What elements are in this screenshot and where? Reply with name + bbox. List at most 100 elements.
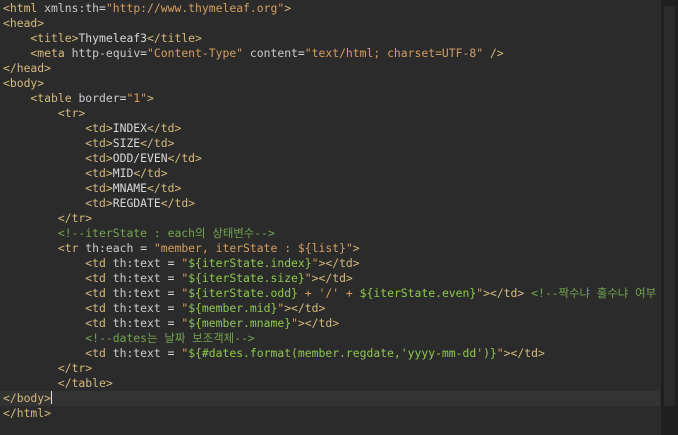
code-line[interactable]: <!--dates는 날짜 보조객체--> [0,331,255,346]
code-token: <!--짝수냐 홀수냐 여부 [524,286,657,300]
code-token: <head> [3,16,45,30]
code-token: <td> [3,166,113,180]
code-line[interactable]: <td th:text = "${iterState.size}"></td> [0,271,353,286]
code-token: = [160,301,182,315]
code-token: ></td> [318,256,360,270]
code-line[interactable]: <html xmlns:th="http://www.thymeleaf.org… [0,1,291,16]
code-line[interactable]: <tr> [0,106,85,121]
code-line[interactable]: <body> [0,76,44,91]
code-token: th:text [112,256,161,270]
code-line[interactable]: <!--iterState : each의 상태변수--> [0,226,275,241]
code-token: http-equiv [71,46,141,60]
code-line[interactable]: </head> [0,61,51,76]
code-token: < [3,1,10,15]
code-token: ${iterState.even} [359,286,477,300]
code-token: th:text [112,316,161,330]
code-line[interactable]: <td th:text = "${member.mid}"></td> [0,301,325,316]
code-token: = [133,241,154,255]
code-token: Thymeleaf3 [78,31,148,45]
code-line[interactable]: </tr> [0,211,92,226]
code-token: + '/' + [297,286,360,300]
code-token: ODD/EVEN [112,151,168,165]
code-token: <td> [3,121,113,135]
code-token: ${iterState.size} [188,271,305,285]
code-line[interactable]: <meta http-equiv="Content-Type" content=… [0,46,503,61]
code-token: xmlns:th [44,1,100,15]
code-token: </td> [140,136,175,150]
code-token: "1" [126,91,148,105]
code-token: </table> [3,376,113,390]
code-token: <tr> [3,106,86,120]
code-token: <td [3,316,113,330]
code-token: = [160,346,182,360]
code-token: </td> [167,151,202,165]
code-token: meta [37,46,65,60]
code-token: < [3,31,38,45]
code-token: </html> [3,406,52,420]
code-token: "member, iterState : ${list}" [153,241,353,255]
text-caret [51,391,53,404]
code-token: <td [3,271,113,285]
code-token: ></td> [311,271,353,285]
code-token: < [3,91,38,105]
code-token: ${#dates.format(member.regdate,'yyyy-mm-… [188,346,497,360]
code-token: <!--iterState : each의 상태변수--> [3,226,275,240]
code-token: ></td> [284,301,326,315]
code-token: </td> [133,166,168,180]
code-line[interactable]: <td>ODD/EVEN</td> [0,151,202,166]
code-token: th:text [112,271,161,285]
code-line[interactable]: <td th:text = "${member.mname}"></td> [0,316,339,331]
code-token: content [249,46,298,60]
code-token: </td> [147,181,182,195]
code-token: " [304,271,312,285]
code-token: <td [3,256,113,270]
code-token: REGDATE [112,196,161,210]
code-token: < [3,46,38,60]
code-token: title [37,31,72,45]
code-token: </tr> [3,211,93,225]
code-token: "Content-Type" [147,46,244,60]
code-token: = [160,286,182,300]
code-line[interactable]: <td th:text = "${#dates.format(member.re… [0,346,545,361]
code-token: </td> [147,121,182,135]
code-token: " [311,256,319,270]
code-line[interactable]: <table border="1"> [0,91,153,106]
code-line[interactable]: <td>MID</td> [0,166,168,181]
code-line[interactable]: <td>INDEX</td> [0,121,181,136]
vertical-scrollbar[interactable] [661,0,678,435]
code-token: th:text [112,301,161,315]
code-line[interactable]: <td>SIZE</td> [0,136,174,151]
code-token: > [284,1,292,15]
code-token: "http://www.thymeleaf.org" [105,1,285,15]
code-token: th:text [112,286,161,300]
code-token: "text/html; charset=UTF-8" [304,46,484,60]
code-token: <td> [3,151,113,165]
code-line[interactable]: </table> [0,376,113,391]
code-line[interactable]: <td th:text = "${iterState.odd} + '/' + … [0,286,656,301]
code-line[interactable]: <head> [0,16,44,31]
code-line[interactable]: <td th:text = "${iterState.index}"></td> [0,256,360,271]
code-token: th:text [112,346,161,360]
scrollbar-thumb[interactable] [664,6,675,406]
code-token: </tr> [3,361,93,375]
code-token: border [78,91,120,105]
code-token: </td> [160,196,196,210]
code-token: ></td> [297,316,340,330]
code-line[interactable]: <td>REGDATE</td> [0,196,195,211]
code-editor[interactable]: <html xmlns:th="http://www.thymeleaf.org… [0,0,660,435]
code-token: <!--dates는 날짜 보조객체--> [3,331,255,345]
code-line[interactable]: <tr th:each = "member, iterState : ${lis… [0,241,360,256]
code-token: ></td> [503,346,545,360]
code-line[interactable]: <title>Thymeleaf3</title> [0,31,201,46]
code-token: INDEX [112,121,148,135]
code-token: ${member.mid} [188,301,278,315]
code-line[interactable]: <td>MNAME</td> [0,181,181,196]
code-token: ${iterState.odd} [188,286,298,300]
code-token: table [37,91,72,105]
code-token: </body> [3,391,52,405]
code-token: = [160,256,182,270]
code-line[interactable]: </body> [0,391,660,406]
code-line[interactable]: </tr> [0,361,92,376]
code-line[interactable]: </html> [0,406,51,421]
